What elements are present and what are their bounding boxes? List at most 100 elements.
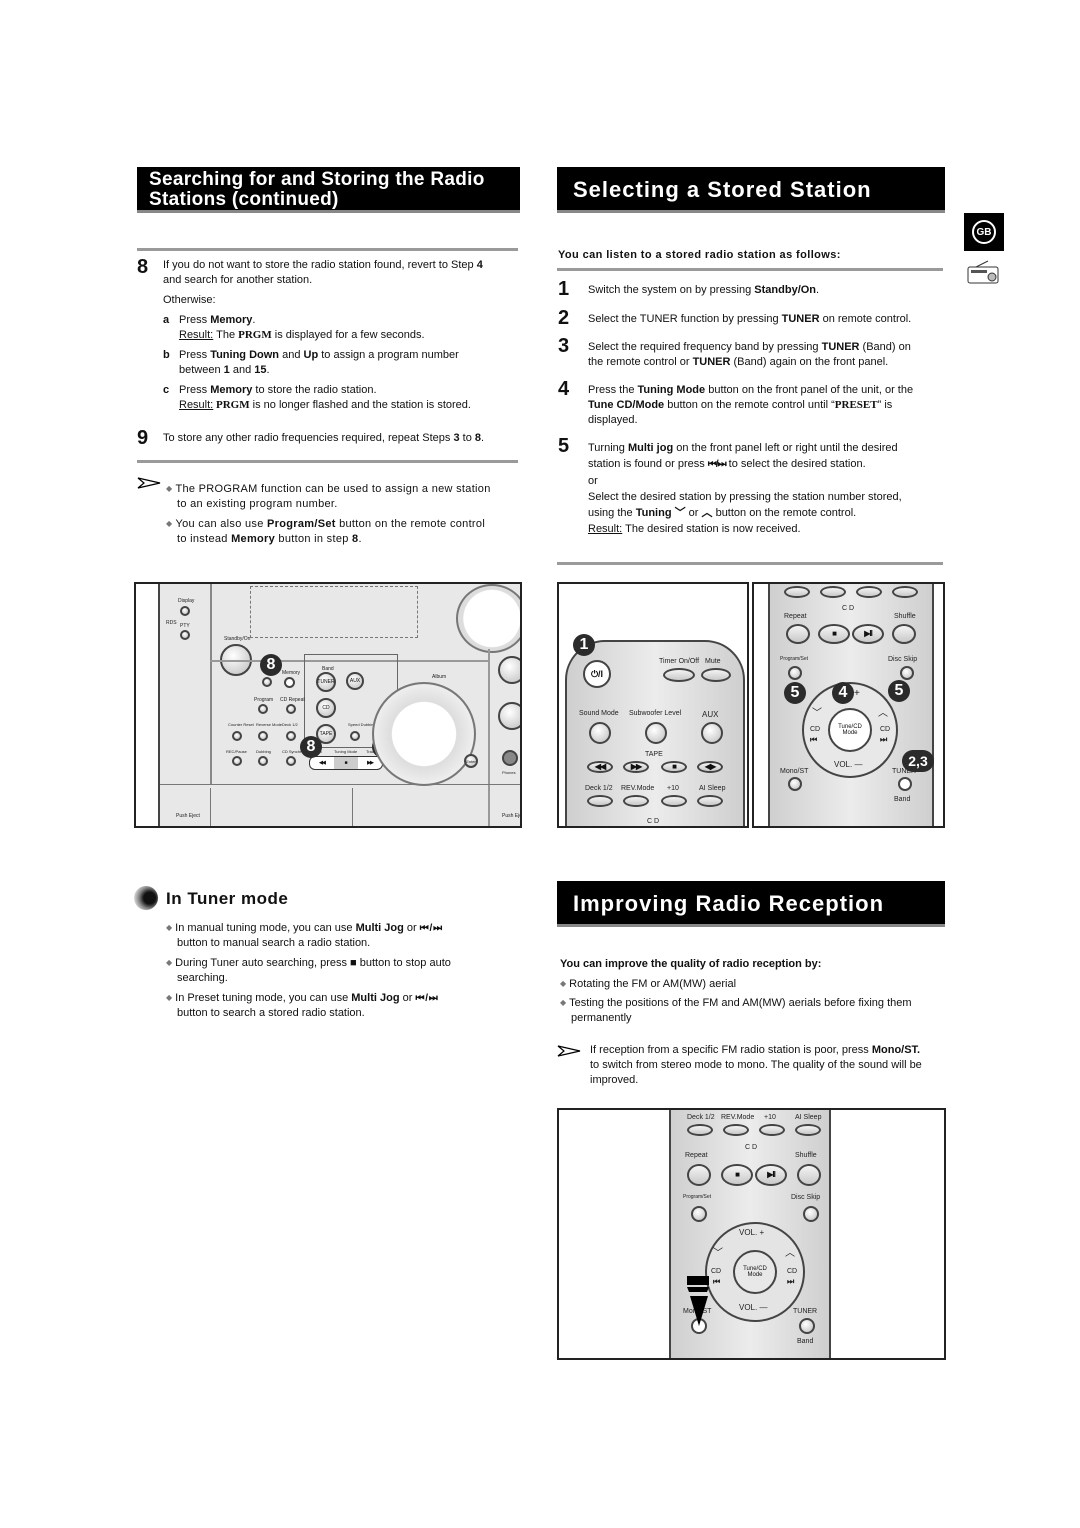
remote-button[interactable] [856,586,882,598]
plus10-label: +10 [667,785,679,792]
deck-button[interactable] [286,731,296,741]
remote-figure-power: 1 ⏻/I Timer On/Off Mute Sound Mode Subwo… [557,582,749,828]
tuning-mode-button[interactable]: ■ [334,757,358,769]
memory-button[interactable] [284,677,295,688]
text: and search for another station. [163,274,313,286]
rewind-button[interactable]: ◀◀ [587,761,613,773]
tuning-down-button[interactable]: ﹀ [713,1244,723,1259]
pty-button[interactable] [180,630,190,640]
plus10-button[interactable] [661,795,687,807]
play-direction-button[interactable]: ◀▶ [697,761,723,773]
cd-button[interactable]: CD [316,698,336,718]
text: Press [179,384,211,396]
dubbing-button[interactable] [258,756,268,766]
mono-st-button[interactable] [788,777,802,791]
deck-button[interactable] [687,1124,713,1136]
vol-minus-button[interactable]: VOL. — [834,760,862,769]
tuner-band-button[interactable] [799,1318,815,1334]
text: or [399,992,416,1004]
program-button[interactable] [258,704,268,714]
callout-step: 8 [260,654,282,676]
push-eject-label: Push Eject [502,813,522,819]
rev-mode-button[interactable] [723,1124,749,1136]
mute-button[interactable] [701,668,731,682]
fast-forward-button[interactable]: ▶▶ [623,761,649,773]
shuffle-button[interactable] [797,1164,821,1186]
tuner-button[interactable]: TUNER [316,672,336,692]
play-pause-button[interactable]: ▶II [852,624,884,644]
speed-dubbing-button[interactable] [350,731,360,741]
side-knob[interactable] [498,702,520,730]
aux-button[interactable] [701,722,723,744]
disc-skip-button[interactable] [900,666,914,680]
sound-mode-button[interactable] [589,722,611,744]
side-knob[interactable] [498,656,520,684]
disc-skip-button[interactable] [803,1206,819,1222]
tune-cd-mode-button[interactable]: Tune/CD Mode [828,708,872,752]
text-bold: Multi jog [627,442,674,454]
text-bold: Up [303,349,319,361]
track-prev-button[interactable]: ◀◀ [310,757,334,769]
enter-label: Enter [466,758,476,764]
program-set-button[interactable] [691,1206,707,1222]
deck-label: Deck 1/2 [585,785,613,792]
remote-button[interactable] [892,586,918,598]
panel-button[interactable] [262,677,272,687]
mono-st-label: Mono/ST [780,768,809,775]
vol-plus-label[interactable]: + [854,688,860,699]
phones-jack [502,750,518,766]
text: You can also use [175,518,267,530]
subwoofer-button[interactable] [645,722,667,744]
text: . [816,284,820,296]
shuffle-button[interactable] [892,624,916,644]
reverse-mode-button[interactable] [258,731,268,741]
volume-knob[interactable] [456,584,520,653]
repeat-button[interactable] [687,1164,711,1186]
enter-button[interactable]: Enter [464,754,478,768]
rev-mode-button[interactable] [623,795,649,807]
section-bullet-icon [134,886,158,910]
stop-button[interactable]: ■ [721,1164,753,1186]
text: station is found or press [588,458,708,470]
timer-button[interactable] [663,668,695,682]
tuning-up-button[interactable]: ︿ [878,704,888,719]
remote-button[interactable] [820,586,846,598]
tune-cd-mode-button[interactable]: Tune/CD Mode [733,1250,777,1294]
tuner-band-button[interactable] [898,777,912,791]
vol-plus-button[interactable]: VOL. + [739,1228,764,1237]
sleep-button[interactable] [795,1124,821,1136]
tuning-down-button[interactable]: ﹀ [812,704,822,719]
cd-repeat-button[interactable] [286,704,296,714]
stop-button[interactable]: ■ [661,761,687,773]
stop-button[interactable]: ■ [818,624,850,644]
sleep-label: AI Sleep [795,1114,822,1121]
display-button[interactable] [180,606,190,616]
text: displayed. [588,414,638,426]
plus10-button[interactable] [759,1124,785,1136]
text: Select the desired station by pressing t… [588,491,902,503]
counter-reset-button[interactable] [232,731,242,741]
note-item: The PROGRAM function can be used to assi… [166,481,516,497]
deck-button[interactable] [587,795,613,807]
tuning-up-button[interactable]: ︿ [785,1244,795,1259]
aux-button[interactable]: AUX [346,672,364,690]
push-eject-label: Push Eject [176,813,200,819]
vol-minus-button[interactable]: VOL. — [739,1303,767,1312]
cd-synchro-button[interactable] [286,756,296,766]
text: (Band) on [859,341,911,353]
reverse-mode-label: Reverse Mode [256,722,283,727]
shuffle-label: Shuffle [795,1152,817,1159]
title-line-1: Searching for and Storing the Radio [149,169,485,190]
power-button[interactable]: ⏻/I [583,660,611,688]
remote-button[interactable] [784,586,810,598]
play-pause-button[interactable]: ▶II [755,1164,787,1186]
program-set-button[interactable] [788,666,802,680]
sleep-button[interactable] [697,795,723,807]
repeat-button[interactable] [786,624,810,644]
tape-controls: ◀◀ ▶▶ ■ ◀▶ [587,761,723,773]
step-1: 1 Switch the system on by pressing Stand… [558,278,948,301]
multi-jog-dial[interactable] [372,682,476,786]
rec-pause-button[interactable] [232,756,242,766]
callout-step: 5 [888,680,910,702]
step-number: 9 [137,427,149,449]
